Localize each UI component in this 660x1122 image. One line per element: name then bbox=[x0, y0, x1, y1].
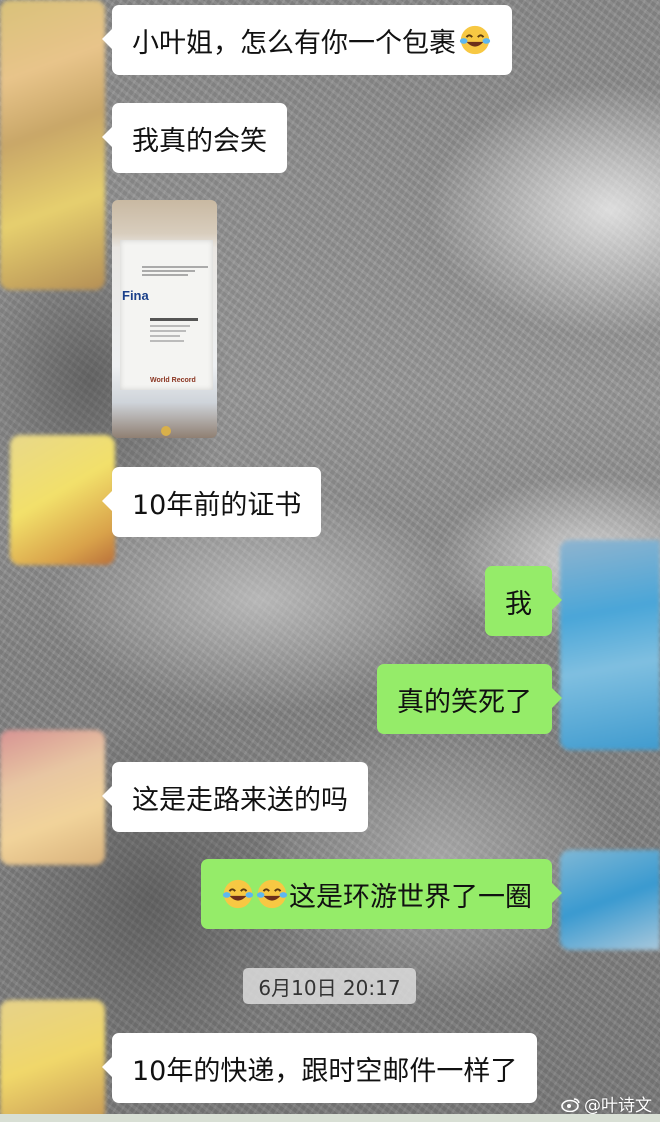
contact-avatar[interactable] bbox=[0, 1000, 105, 1122]
gold-seal-icon bbox=[161, 426, 171, 436]
contact-avatar[interactable] bbox=[10, 435, 115, 565]
message-text: 我 bbox=[505, 588, 532, 620]
message-bubble-outgoing[interactable]: 真的笑死了 bbox=[377, 664, 562, 734]
message-bubble-outgoing[interactable]: 我 bbox=[485, 566, 562, 636]
timestamp-badge: 6月10日 20:17 bbox=[243, 968, 416, 1004]
fina-logo: Fina bbox=[122, 288, 149, 303]
message-text: 这是环游世界了一圈 bbox=[289, 881, 532, 913]
message-bubble-incoming[interactable]: 10年前的证书 bbox=[101, 467, 322, 537]
message-text: 10年前的证书 bbox=[132, 489, 302, 521]
certificate-name-line bbox=[150, 318, 198, 342]
message-bubble-outgoing[interactable]: 这是环游世界了一圈 bbox=[201, 859, 562, 929]
message-bubble-incoming[interactable]: 10年的快递，跟时空邮件一样了 bbox=[101, 1033, 538, 1103]
weibo-watermark: @叶诗文 bbox=[561, 1091, 652, 1116]
message-bubble-incoming[interactable]: 这是走路来送的吗 bbox=[102, 762, 368, 832]
certificate-fine-print bbox=[142, 264, 208, 278]
image-message[interactable]: Fina World Record bbox=[112, 200, 217, 438]
self-avatar[interactable] bbox=[560, 850, 660, 950]
timestamp-text: 6月10日 20:17 bbox=[258, 975, 401, 1000]
message-text: 我真的会笑 bbox=[132, 125, 267, 157]
watermark-text: @叶诗文 bbox=[584, 1096, 652, 1116]
message-text: 10年的快递，跟时空邮件一样了 bbox=[132, 1055, 518, 1087]
face-with-tears-of-joy-icon bbox=[222, 879, 254, 909]
contact-avatar[interactable] bbox=[0, 0, 105, 290]
contact-avatar[interactable] bbox=[0, 730, 105, 865]
message-text: 小叶姐，怎么有你一个包裹 bbox=[132, 27, 456, 59]
certificate-photo: Fina World Record bbox=[120, 240, 213, 436]
message-text: 这是走路来送的吗 bbox=[132, 784, 348, 816]
face-with-tears-of-joy-icon bbox=[256, 879, 288, 909]
face-with-tears-of-joy-icon bbox=[459, 25, 491, 55]
weibo-icon bbox=[561, 1097, 580, 1112]
message-bubble-incoming[interactable]: 我真的会笑 bbox=[102, 103, 287, 173]
bottom-edge bbox=[0, 1114, 660, 1122]
message-text: 真的笑死了 bbox=[397, 686, 532, 718]
message-bubble-incoming[interactable]: 小叶姐，怎么有你一个包裹 bbox=[102, 5, 512, 75]
self-avatar[interactable] bbox=[560, 540, 660, 750]
world-record-label: World Record bbox=[150, 377, 196, 384]
